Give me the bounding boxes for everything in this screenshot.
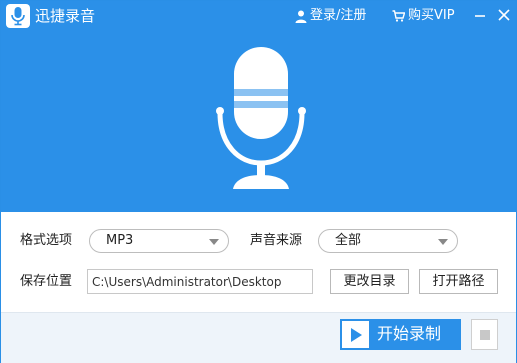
login-register-label: 登录/注册 — [310, 8, 367, 23]
source-label: 声音来源 — [250, 233, 303, 248]
source-select-value: 全部 — [335, 233, 362, 248]
play-icon — [342, 321, 369, 348]
minimize-button[interactable] — [471, 6, 489, 24]
change-directory-button[interactable]: 更改目录 — [330, 269, 409, 294]
login-register-link[interactable]: 登录/注册 — [295, 8, 366, 24]
format-select-value: MP3 — [106, 233, 134, 248]
format-select[interactable]: MP3 — [89, 229, 229, 253]
format-label: 格式选项 — [20, 233, 73, 248]
minimize-icon — [475, 15, 485, 17]
buy-vip-link[interactable]: 购买VIP — [392, 8, 455, 24]
close-icon — [498, 9, 510, 21]
microphone-illustration — [216, 47, 306, 189]
stop-button[interactable] — [471, 319, 498, 350]
open-path-button[interactable]: 打开路径 — [419, 269, 498, 294]
microphone-icon — [6, 4, 30, 28]
save-path-input[interactable]: C:\Users\Administrator\Desktop — [87, 269, 313, 294]
app-window: 迅捷录音 登录/注册 购买VIP 格式选项 MP3 声音来源 全部 保存位置 C… — [0, 0, 517, 363]
source-select[interactable]: 全部 — [318, 229, 458, 253]
cart-icon — [392, 10, 405, 22]
chevron-down-icon — [438, 239, 448, 245]
save-location-label: 保存位置 — [20, 274, 73, 289]
chevron-down-icon — [209, 239, 219, 245]
buy-vip-label: 购买VIP — [408, 8, 455, 23]
title-bar: 迅捷录音 登录/注册 购买VIP — [1, 1, 516, 33]
header: 迅捷录音 登录/注册 购买VIP — [1, 1, 516, 212]
start-recording-button[interactable]: 开始录制 — [340, 319, 461, 350]
app-title: 迅捷录音 — [35, 7, 96, 25]
close-button[interactable] — [495, 6, 513, 24]
user-icon — [295, 10, 307, 23]
stop-icon — [480, 330, 490, 340]
start-recording-label: 开始录制 — [377, 324, 442, 343]
